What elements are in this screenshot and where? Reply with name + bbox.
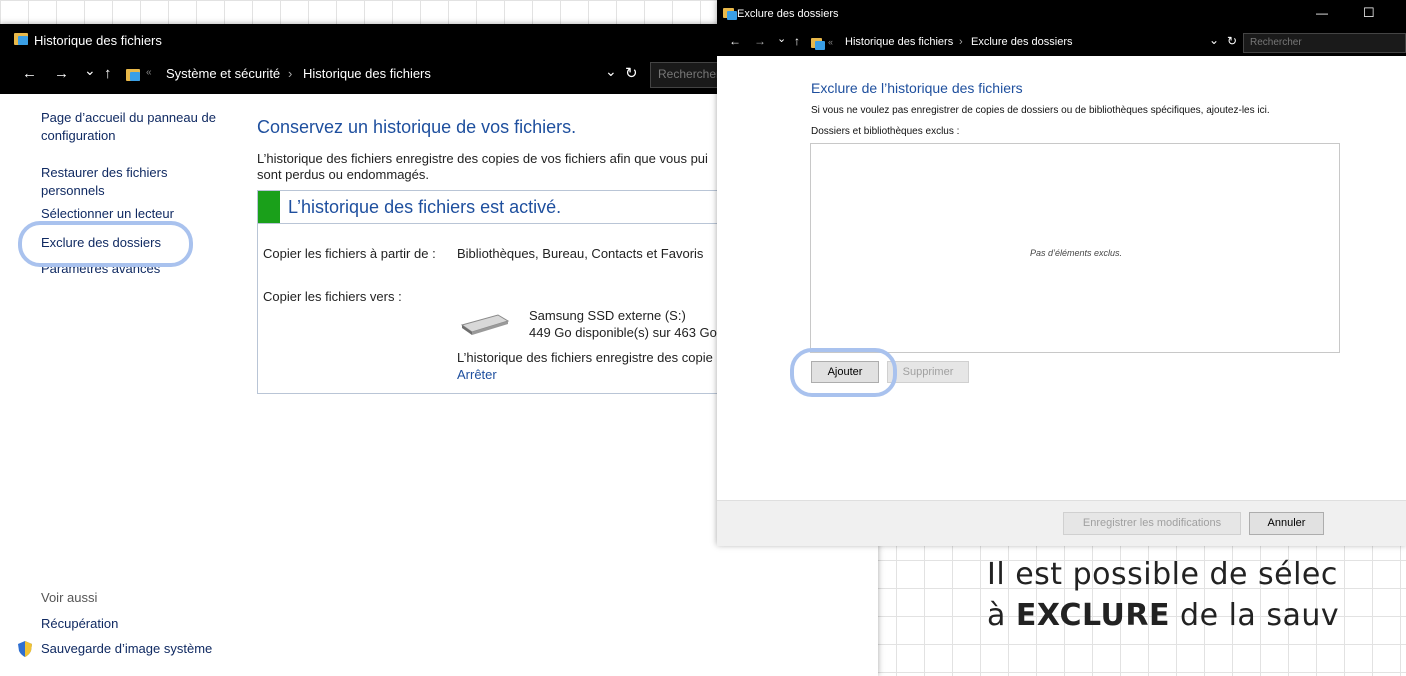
dialog-search-placeholder: Rechercher xyxy=(1250,37,1302,48)
excluded-list-label: Dossiers et bibliothèques exclus : xyxy=(811,126,960,137)
address-dropdown-icon[interactable]: ⌄ xyxy=(605,63,617,80)
dialog-heading: Exclure de l’historique des fichiers xyxy=(811,80,1023,96)
drive-name: Samsung SSD externe (S:) xyxy=(529,308,686,323)
main-window-title: Historique des fichiers xyxy=(34,33,162,48)
forward-arrow-icon[interactable]: → xyxy=(54,65,69,82)
file-history-icon xyxy=(14,33,28,45)
dialog-titlebar: Exclure des dossiers — ☐ xyxy=(717,0,1406,30)
recent-locations-icon[interactable]: ⌄ xyxy=(84,62,96,79)
sidebar-item-control-panel-home[interactable]: Page d’accueil du panneau de configurati… xyxy=(41,109,231,145)
dialog-refresh-icon[interactable]: ↻ xyxy=(1227,34,1237,48)
cancel-button[interactable]: Annuler xyxy=(1249,512,1324,535)
dialog-up-arrow-icon[interactable]: ↑ xyxy=(794,34,800,48)
caption-line-1: Il est possible de sélec xyxy=(987,557,1338,592)
status-text: L’historique des fichiers est activé. xyxy=(288,197,562,217)
caption-suffix: de la sauv xyxy=(1170,598,1340,633)
dialog-title: Exclure des dossiers xyxy=(737,8,839,20)
back-arrow-icon[interactable]: ← xyxy=(22,65,37,82)
dialog-recent-locations-icon[interactable]: ⌄ xyxy=(777,32,786,45)
sidebar-item-restore-files[interactable]: Restaurer des fichiers personnels xyxy=(41,164,191,200)
excluded-folders-list[interactable]: Pas d’éléments exclus. xyxy=(810,143,1340,353)
shield-icon xyxy=(18,641,32,657)
description-line-2: sont perdus ou endommagés. xyxy=(257,167,429,182)
drive-space: 449 Go disponible(s) sur 463 Go xyxy=(529,325,717,340)
main-search-placeholder: Rechercher xyxy=(658,67,721,81)
breadcrumb-system-security[interactable]: Système et sécurité xyxy=(166,66,280,81)
caption-prefix: à xyxy=(987,598,1016,633)
status-green-bar xyxy=(258,191,280,223)
dialog-footer: Enregistrer les modifications Annuler xyxy=(717,500,1406,546)
dialog-breadcrumb-separator: › xyxy=(959,36,963,48)
breadcrumb-separator: › xyxy=(288,66,293,81)
see-also-label: Voir aussi xyxy=(41,590,98,605)
caption-bold-word: EXCLURE xyxy=(1015,598,1170,633)
dialog-breadcrumb-exclude-folders[interactable]: Exclure des dossiers xyxy=(971,36,1073,48)
breadcrumb-overflow[interactable]: « xyxy=(146,67,152,78)
sidebar-item-recovery[interactable]: Récupération xyxy=(41,615,118,633)
dialog-instruction: Si vous ne voulez pas enregistrer de cop… xyxy=(811,105,1270,116)
refresh-icon[interactable]: ↻ xyxy=(625,64,638,82)
dialog-address-bar: ← → ⌄ ↑ « Historique des fichiers › Excl… xyxy=(717,30,1406,56)
exclude-folders-highlight xyxy=(18,221,193,267)
copy-from-value: Bibliothèques, Bureau, Contacts et Favor… xyxy=(457,246,704,261)
caption-line-2: à EXCLURE de la sauv xyxy=(987,598,1339,633)
empty-list-text: Pas d’éléments exclus. xyxy=(1029,248,1123,258)
remove-button[interactable]: Supprimer xyxy=(887,361,969,383)
dialog-forward-arrow-icon[interactable]: → xyxy=(754,34,766,48)
content-heading: Conservez un historique de vos fichiers. xyxy=(257,117,577,137)
dialog-breadcrumb-file-history[interactable]: Historique des fichiers xyxy=(845,36,953,48)
dialog-back-arrow-icon[interactable]: ← xyxy=(729,34,741,48)
dialog-location-icon xyxy=(811,38,825,50)
save-changes-button[interactable]: Enregistrer les modifications xyxy=(1063,512,1241,535)
dialog-app-icon xyxy=(723,8,737,20)
up-arrow-icon[interactable]: ↑ xyxy=(104,65,112,82)
maximize-button[interactable]: ☐ xyxy=(1363,5,1375,21)
dialog-search-input[interactable]: Rechercher xyxy=(1243,33,1406,53)
saving-status-text: L’historique des fichiers enregistre des… xyxy=(457,350,713,365)
external-drive-icon xyxy=(460,313,510,342)
add-button-highlight xyxy=(790,348,897,397)
minimize-button[interactable]: — xyxy=(1316,6,1328,20)
stop-link[interactable]: Arrêter xyxy=(457,366,497,384)
copy-to-label: Copier les fichiers vers : xyxy=(263,289,402,304)
copy-from-label: Copier les fichiers à partir de : xyxy=(263,246,436,261)
exclude-folders-dialog: Exclure des dossiers — ☐ ← → ⌄ ↑ « Histo… xyxy=(717,0,1406,546)
control-panel-icon xyxy=(126,69,140,81)
breadcrumb-file-history[interactable]: Historique des fichiers xyxy=(303,66,431,81)
dialog-breadcrumb-overflow[interactable]: « xyxy=(828,37,833,47)
dialog-address-dropdown-icon[interactable]: ⌄ xyxy=(1209,33,1219,47)
sidebar-item-system-image-backup[interactable]: Sauvegarde d’image système xyxy=(41,640,212,658)
